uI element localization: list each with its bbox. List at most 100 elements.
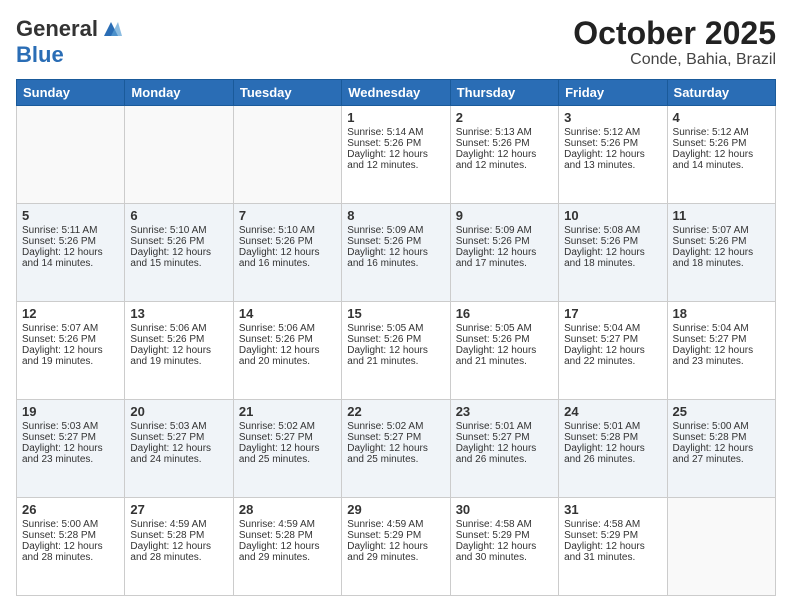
calendar-week-row: 19Sunrise: 5:03 AMSunset: 5:27 PMDayligh… <box>17 400 776 498</box>
day-info: Daylight: 12 hours <box>564 443 661 454</box>
table-row <box>17 106 125 204</box>
day-info: Daylight: 12 hours <box>130 443 227 454</box>
table-row <box>125 106 233 204</box>
day-info: and 12 minutes. <box>347 160 444 171</box>
table-row: 31Sunrise: 4:58 AMSunset: 5:29 PMDayligh… <box>559 498 667 596</box>
day-info: and 29 minutes. <box>239 552 336 563</box>
table-row: 23Sunrise: 5:01 AMSunset: 5:27 PMDayligh… <box>450 400 558 498</box>
day-info: Sunrise: 5:09 AM <box>347 225 444 236</box>
day-number: 6 <box>130 208 227 223</box>
day-number: 29 <box>347 502 444 517</box>
day-info: and 25 minutes. <box>239 454 336 465</box>
day-info: Sunrise: 5:04 AM <box>564 323 661 334</box>
day-info: Daylight: 12 hours <box>564 149 661 160</box>
calendar-week-row: 5Sunrise: 5:11 AMSunset: 5:26 PMDaylight… <box>17 204 776 302</box>
day-info: Daylight: 12 hours <box>564 541 661 552</box>
day-info: Sunset: 5:27 PM <box>673 334 770 345</box>
title-block: October 2025 Conde, Bahia, Brazil <box>573 16 776 69</box>
table-row: 6Sunrise: 5:10 AMSunset: 5:26 PMDaylight… <box>125 204 233 302</box>
calendar-subtitle: Conde, Bahia, Brazil <box>573 51 776 69</box>
table-row: 5Sunrise: 5:11 AMSunset: 5:26 PMDaylight… <box>17 204 125 302</box>
day-info: Daylight: 12 hours <box>673 345 770 356</box>
logo-icon <box>100 18 122 40</box>
day-info: Sunset: 5:29 PM <box>456 530 553 541</box>
day-info: and 16 minutes. <box>347 258 444 269</box>
table-row: 7Sunrise: 5:10 AMSunset: 5:26 PMDaylight… <box>233 204 341 302</box>
day-number: 25 <box>673 404 770 419</box>
day-info: Sunset: 5:27 PM <box>456 432 553 443</box>
table-row: 20Sunrise: 5:03 AMSunset: 5:27 PMDayligh… <box>125 400 233 498</box>
col-tuesday: Tuesday <box>233 80 341 106</box>
day-number: 22 <box>347 404 444 419</box>
logo: General Blue <box>16 16 122 68</box>
table-row: 11Sunrise: 5:07 AMSunset: 5:26 PMDayligh… <box>667 204 775 302</box>
day-info: and 30 minutes. <box>456 552 553 563</box>
table-row: 28Sunrise: 4:59 AMSunset: 5:28 PMDayligh… <box>233 498 341 596</box>
day-number: 5 <box>22 208 119 223</box>
day-info: Sunrise: 5:10 AM <box>130 225 227 236</box>
day-info: Daylight: 12 hours <box>347 345 444 356</box>
day-number: 28 <box>239 502 336 517</box>
day-info: Sunrise: 4:59 AM <box>347 519 444 530</box>
table-row: 13Sunrise: 5:06 AMSunset: 5:26 PMDayligh… <box>125 302 233 400</box>
day-number: 31 <box>564 502 661 517</box>
day-info: Sunrise: 5:05 AM <box>456 323 553 334</box>
table-row: 16Sunrise: 5:05 AMSunset: 5:26 PMDayligh… <box>450 302 558 400</box>
col-thursday: Thursday <box>450 80 558 106</box>
table-row: 1Sunrise: 5:14 AMSunset: 5:26 PMDaylight… <box>342 106 450 204</box>
table-row: 27Sunrise: 4:59 AMSunset: 5:28 PMDayligh… <box>125 498 233 596</box>
day-number: 20 <box>130 404 227 419</box>
table-row: 12Sunrise: 5:07 AMSunset: 5:26 PMDayligh… <box>17 302 125 400</box>
day-info: Sunrise: 5:05 AM <box>347 323 444 334</box>
table-row: 24Sunrise: 5:01 AMSunset: 5:28 PMDayligh… <box>559 400 667 498</box>
day-info: Sunset: 5:26 PM <box>456 334 553 345</box>
day-info: Sunrise: 5:13 AM <box>456 127 553 138</box>
day-info: Daylight: 12 hours <box>673 443 770 454</box>
day-info: and 21 minutes. <box>347 356 444 367</box>
day-info: Sunrise: 5:07 AM <box>22 323 119 334</box>
day-info: Sunrise: 4:59 AM <box>130 519 227 530</box>
day-number: 7 <box>239 208 336 223</box>
day-info: Daylight: 12 hours <box>130 345 227 356</box>
day-info: Daylight: 12 hours <box>347 443 444 454</box>
day-info: Sunset: 5:29 PM <box>347 530 444 541</box>
day-info: and 21 minutes. <box>456 356 553 367</box>
day-number: 26 <box>22 502 119 517</box>
calendar-title: October 2025 <box>573 16 776 51</box>
day-info: Sunset: 5:26 PM <box>673 138 770 149</box>
day-info: Sunrise: 5:01 AM <box>564 421 661 432</box>
day-info: and 15 minutes. <box>130 258 227 269</box>
logo-blue-text: Blue <box>16 42 64 67</box>
day-info: Sunrise: 5:06 AM <box>130 323 227 334</box>
logo-general-text: General <box>16 16 98 42</box>
day-info: Sunset: 5:26 PM <box>456 236 553 247</box>
col-friday: Friday <box>559 80 667 106</box>
table-row: 15Sunrise: 5:05 AMSunset: 5:26 PMDayligh… <box>342 302 450 400</box>
day-info: Sunrise: 4:59 AM <box>239 519 336 530</box>
day-info: and 23 minutes. <box>673 356 770 367</box>
day-info: Sunrise: 5:01 AM <box>456 421 553 432</box>
day-info: Sunset: 5:27 PM <box>564 334 661 345</box>
table-row: 4Sunrise: 5:12 AMSunset: 5:26 PMDaylight… <box>667 106 775 204</box>
day-info: Sunrise: 5:10 AM <box>239 225 336 236</box>
day-number: 1 <box>347 110 444 125</box>
day-info: Sunrise: 5:02 AM <box>239 421 336 432</box>
table-row: 8Sunrise: 5:09 AMSunset: 5:26 PMDaylight… <box>342 204 450 302</box>
day-info: Sunset: 5:28 PM <box>130 530 227 541</box>
table-row: 19Sunrise: 5:03 AMSunset: 5:27 PMDayligh… <box>17 400 125 498</box>
day-info: Daylight: 12 hours <box>22 443 119 454</box>
day-info: Sunset: 5:26 PM <box>564 236 661 247</box>
table-row: 3Sunrise: 5:12 AMSunset: 5:26 PMDaylight… <box>559 106 667 204</box>
day-number: 27 <box>130 502 227 517</box>
day-info: Daylight: 12 hours <box>239 345 336 356</box>
day-info: and 25 minutes. <box>347 454 444 465</box>
day-info: and 24 minutes. <box>130 454 227 465</box>
day-info: and 27 minutes. <box>673 454 770 465</box>
col-wednesday: Wednesday <box>342 80 450 106</box>
day-info: Sunset: 5:27 PM <box>239 432 336 443</box>
day-info: Daylight: 12 hours <box>347 247 444 258</box>
day-info: Daylight: 12 hours <box>22 247 119 258</box>
day-info: and 17 minutes. <box>456 258 553 269</box>
day-number: 3 <box>564 110 661 125</box>
day-info: and 26 minutes. <box>564 454 661 465</box>
